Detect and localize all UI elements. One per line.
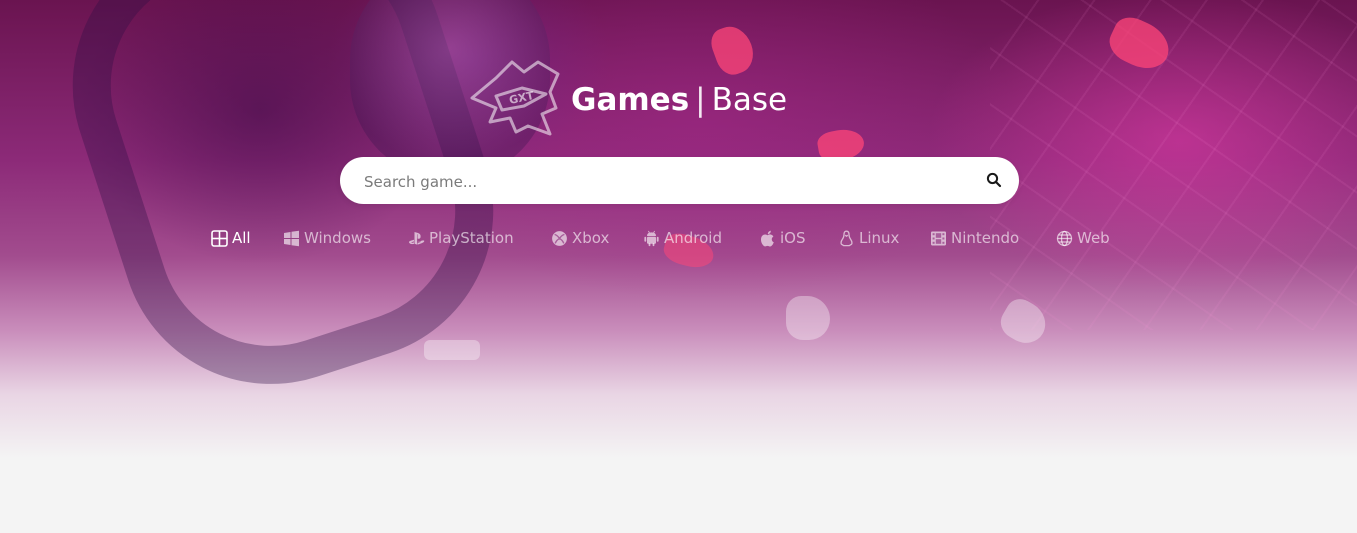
- candy-decoration: [786, 296, 830, 340]
- platform-filter-playstation[interactable]: PlayStation: [408, 226, 514, 250]
- page-title: Games | Base: [571, 78, 787, 122]
- platform-label: PlayStation: [429, 229, 514, 247]
- platform-filter-windows[interactable]: Windows: [283, 226, 371, 250]
- grid-icon: [211, 229, 228, 247]
- platform-filter-all[interactable]: All: [211, 226, 251, 250]
- platform-label: Android: [664, 229, 722, 247]
- candy-decoration: [706, 20, 760, 80]
- nintendo-icon: [931, 231, 946, 245]
- gxt-shield-logo: GXT: [470, 60, 560, 136]
- platform-filter-ios[interactable]: iOS: [759, 226, 806, 250]
- platform-label: Web: [1077, 229, 1110, 247]
- platform-label: Linux: [859, 229, 900, 247]
- android-icon: [644, 230, 659, 246]
- platform-filter-nintendo[interactable]: Nintendo: [930, 226, 1019, 250]
- title-games: Games: [571, 82, 690, 118]
- platform-label: Windows: [304, 229, 371, 247]
- search-input[interactable]: [362, 157, 966, 206]
- search-icon[interactable]: [985, 171, 1003, 189]
- platform-filter-linux[interactable]: Linux: [838, 226, 899, 250]
- search-bar: [340, 157, 1019, 206]
- platform-filter-web[interactable]: Web: [1056, 226, 1110, 250]
- platform-filter-xbox[interactable]: Xbox: [551, 226, 609, 250]
- title-base: Base: [711, 82, 788, 118]
- platform-filter-bar: All Windows PlayStation Xbox Android iOS…: [0, 226, 1357, 250]
- platform-filter-android[interactable]: Android: [643, 226, 722, 250]
- playstation-icon: [408, 231, 425, 245]
- title-separator: |: [695, 82, 706, 118]
- xbox-icon: [552, 230, 567, 246]
- platform-label: Xbox: [572, 229, 610, 247]
- keyboard-background: [990, 0, 1357, 330]
- platform-label: iOS: [780, 229, 806, 247]
- platform-label: Nintendo: [951, 229, 1020, 247]
- windows-icon: [284, 230, 299, 246]
- platform-label: All: [232, 229, 251, 247]
- apple-icon: [760, 230, 774, 246]
- globe-icon: [1056, 230, 1073, 246]
- linux-icon: [840, 230, 853, 246]
- candy-decoration: [424, 340, 480, 360]
